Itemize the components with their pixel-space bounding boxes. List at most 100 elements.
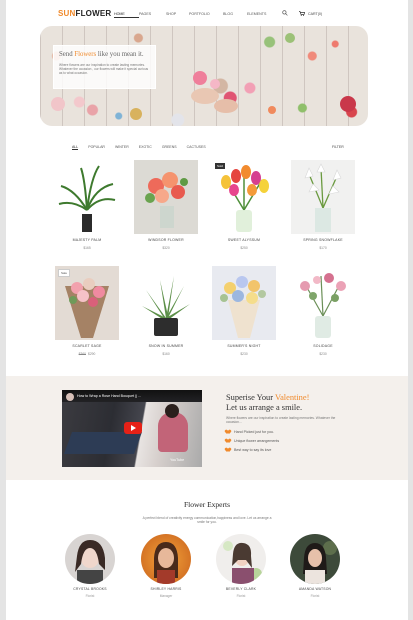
youtube-logo[interactable]: YouTube [170, 458, 184, 462]
vase-bouquet-image [300, 273, 346, 338]
feature-item: Hand Picked just for you. [226, 430, 279, 434]
hero-banner: Send Flowers like you mean it. Where flo… [40, 26, 368, 126]
product-image[interactable] [291, 266, 355, 340]
product-card[interactable]: WINDSOR FLOWER $320 [134, 160, 198, 250]
filter-button[interactable]: FILTER [332, 145, 344, 149]
bouquet-image [145, 172, 188, 228]
mixed-bouquet-image [220, 276, 266, 338]
avatar[interactable] [290, 534, 340, 584]
product-image[interactable] [291, 160, 355, 234]
product-card[interactable]: Sale SCARLET SAGE $360 $290 [55, 266, 119, 356]
expert-role: Florist [85, 594, 95, 598]
filter-exotic[interactable]: EXOTIC [139, 145, 152, 150]
product-filters: ALL POPULAR WINTER EXOTIC GREENS CACTUSE… [72, 145, 216, 150]
page: SUNFLOWER HOME PAGES SHOP PORTFOLIO BLOG… [6, 0, 408, 620]
video-head-shape [165, 404, 179, 418]
product-image[interactable] [55, 160, 119, 234]
nav-item-home[interactable]: HOME [114, 12, 139, 18]
heart-icon [226, 448, 231, 452]
product-card[interactable]: SNOW IN SUMMER $160 [134, 266, 198, 356]
expert-photo [154, 542, 178, 584]
product-name[interactable]: SNOW IN SUMMER [134, 344, 198, 348]
main-nav: HOME PAGES SHOP PORTFOLIO BLOG ELEMENTS [114, 12, 277, 18]
avatar[interactable] [216, 534, 266, 584]
palm-plant-image [58, 165, 116, 232]
expert-card[interactable]: CRYSTAL BROOKS Florist [62, 534, 118, 598]
product-card[interactable]: MAJESTY PALM $165 [55, 160, 119, 250]
expert-photo [223, 541, 262, 584]
product-name[interactable]: SCARLET SAGE [55, 344, 119, 348]
hero-title: Send Flowers like you mean it. [59, 51, 144, 58]
expert-name: AMANDA WATSON [298, 587, 332, 591]
product-name[interactable]: SOLIDAGE [291, 344, 355, 348]
expert-role: Florist [236, 594, 246, 598]
product-price: $160 [162, 352, 170, 356]
expert-photo [303, 541, 337, 584]
nav-item-elements[interactable]: ELEMENTS [247, 12, 277, 18]
filter-cactuses[interactable]: CACTUSES [187, 145, 206, 150]
feature-item: Best way to say its love [226, 448, 279, 452]
product-price: $230 [319, 352, 327, 356]
product-image[interactable]: Sold [212, 160, 276, 234]
nav-item-blog[interactable]: BLOG [223, 12, 247, 18]
expert-name: BEVERLY CLARK [225, 587, 257, 591]
product-card[interactable]: SUMMER'S NIGHT $230 [212, 266, 276, 356]
product-name[interactable]: WINDSOR FLOWER [134, 238, 198, 242]
sale-price: $290 [88, 352, 96, 356]
cart-icon [299, 11, 305, 16]
hero-text: Where flowers are our inspiration to cre… [59, 63, 149, 76]
avatar[interactable] [65, 534, 115, 584]
expert-card[interactable]: AMANDA WATSON Florist [287, 534, 343, 598]
product-image[interactable] [134, 160, 198, 234]
expert-photo [75, 540, 105, 584]
wrapped-bouquet-image [65, 278, 109, 338]
product-name[interactable]: SPRING SNOWFLAKE [291, 238, 355, 242]
promo-features: Hand Picked just for you. Unique flower … [226, 430, 279, 457]
product-name[interactable]: SUMMER'S NIGHT [212, 344, 276, 348]
product-card[interactable]: SPRING SNOWFLAKE $170 [291, 160, 355, 250]
product-card[interactable]: Sold SWEET ALYSSUM $250 [212, 160, 276, 250]
filter-all[interactable]: ALL [72, 145, 79, 150]
nav-item-portfolio[interactable]: PORTFOLIO [189, 12, 223, 18]
product-card[interactable]: SOLIDAGE $230 [291, 266, 355, 356]
filter-popular[interactable]: POPULAR [88, 145, 105, 150]
product-image[interactable]: Sale [55, 266, 119, 340]
experts-title: Flower Experts [183, 500, 231, 509]
site-logo[interactable]: SUNFLOWER [58, 9, 111, 18]
heart-icon [226, 430, 231, 434]
product-image[interactable] [212, 266, 276, 340]
video-table-shape [63, 432, 143, 454]
sale-badge: Sale [58, 269, 71, 277]
product-name[interactable]: MAJESTY PALM [55, 238, 119, 242]
experts-subtitle: A perfect blend of creativity energy com… [142, 516, 272, 525]
avatar[interactable] [141, 534, 191, 584]
video-player[interactable]: How to Wrap a Rose Hand Bouquet || ... Y… [62, 390, 202, 467]
cart-label: CART(0) [308, 11, 323, 16]
video-title[interactable]: How to Wrap a Rose Hand Bouquet || ... [77, 394, 141, 398]
expert-name: CRYSTAL BROOKS [73, 587, 107, 591]
search-icon[interactable] [282, 10, 288, 16]
cart-button[interactable]: CART(0) [299, 11, 322, 16]
filter-winter[interactable]: WINTER [115, 145, 129, 150]
filter-greens[interactable]: GREENS [162, 145, 177, 150]
play-button-icon[interactable] [124, 422, 142, 434]
product-name[interactable]: SWEET ALYSSUM [212, 238, 276, 242]
hero-card: Send Flowers like you mean it. Where flo… [53, 45, 156, 89]
product-price: $230 [240, 352, 248, 356]
tulips-image [221, 165, 269, 232]
promo-text: Where flowers are our inspiration to cre… [226, 416, 336, 425]
heart-icon [226, 439, 231, 443]
promo-title: Superise Your Valentine! Let us arrange … [226, 393, 310, 412]
product-image[interactable] [134, 266, 198, 340]
product-price: $360 $290 [55, 352, 119, 356]
nav-item-pages[interactable]: PAGES [139, 12, 166, 18]
expert-card[interactable]: SHIRLEY HARRIS Manager [138, 534, 194, 598]
expert-card[interactable]: BEVERLY CLARK Florist [213, 534, 269, 598]
product-price: $250 [240, 246, 248, 250]
channel-avatar[interactable] [66, 393, 74, 401]
nav-item-shop[interactable]: SHOP [166, 12, 189, 18]
aloe-plant-image [142, 276, 190, 336]
video-person-shape [158, 412, 188, 452]
sold-badge: Sold [215, 163, 226, 169]
old-price: $360 [78, 352, 86, 356]
